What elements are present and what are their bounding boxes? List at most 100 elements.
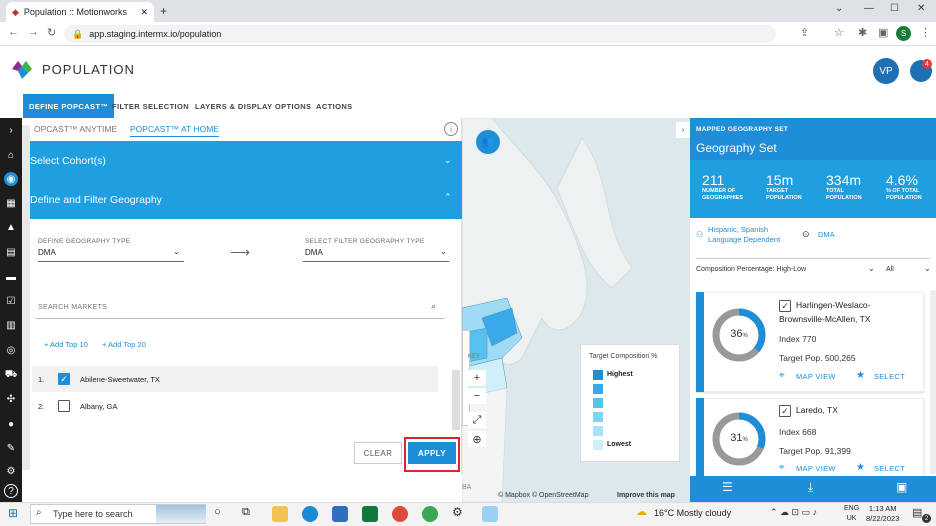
reload-icon[interactable]: ↻ xyxy=(47,26,56,39)
filter-geo-select[interactable]: DMA xyxy=(305,248,323,257)
checklist-icon[interactable]: ☑ xyxy=(4,294,18,308)
chart-icon[interactable]: ▥ xyxy=(4,318,18,332)
forward-icon[interactable]: → xyxy=(28,26,39,38)
mail-icon[interactable] xyxy=(332,506,348,522)
grid-icon[interactable]: ▦ xyxy=(4,196,18,210)
network-icon[interactable]: ✣ xyxy=(4,392,18,406)
settings-icon[interactable]: ⚙ xyxy=(4,464,18,478)
new-tab-icon[interactable]: + xyxy=(160,4,167,18)
zoom-in-button[interactable]: + xyxy=(468,370,486,386)
fullscreen-icon[interactable]: ⤢ xyxy=(468,412,486,428)
market-checkbox[interactable]: ✓ xyxy=(58,373,70,385)
subtab-popcast-at-home[interactable]: POPCAST™ AT HOME xyxy=(130,124,219,137)
download-icon[interactable]: ⤓ xyxy=(808,480,813,495)
close-window-icon[interactable]: ✕ xyxy=(917,3,925,14)
tab-actions[interactable]: ACTIONS xyxy=(310,94,359,118)
wrench-icon[interactable]: ✎ xyxy=(4,441,18,455)
search-icon[interactable]: ⌕ xyxy=(431,301,436,312)
save-icon[interactable]: ▣ xyxy=(896,480,907,494)
minimize-icon[interactable]: — xyxy=(864,3,874,14)
browser-tab[interactable]: ◆ Population :: Motionworks ✕ xyxy=(6,2,154,22)
add-top-20-link[interactable]: + Add Top 20 xyxy=(102,340,146,349)
define-geo-select[interactable]: DMA xyxy=(38,248,56,257)
chevron-down-icon[interactable]: ⌄ xyxy=(868,264,875,273)
market-row[interactable]: 2. Albany, GA xyxy=(32,393,438,419)
tab-define-popcast[interactable]: DEFINE POPCAST™ xyxy=(23,94,115,118)
chrome-profile-icon[interactable] xyxy=(422,506,438,522)
cortana-icon[interactable]: ○ xyxy=(214,506,221,518)
weather-text[interactable]: 16°C Mostly cloudy xyxy=(654,508,731,518)
clear-button[interactable]: CLEAR xyxy=(354,442,402,464)
sort-select[interactable]: Composition Percentage: High-Low xyxy=(696,266,806,273)
expand-icon[interactable]: › xyxy=(4,123,18,137)
target-icon[interactable]: ◎ xyxy=(4,343,18,357)
close-tab-icon[interactable]: ✕ xyxy=(140,7,148,18)
edge-icon[interactable] xyxy=(302,506,318,522)
list-icon[interactable]: ☰ xyxy=(722,480,733,494)
task-view-icon[interactable]: ⧉ xyxy=(242,506,250,519)
maximize-icon[interactable]: ☐ xyxy=(890,3,899,14)
star-icon[interactable]: ★ xyxy=(856,370,865,381)
zoom-out-button[interactable]: − xyxy=(468,388,486,404)
document-icon[interactable]: ▤ xyxy=(4,245,18,259)
chevron-down-icon[interactable]: ⌄ xyxy=(173,247,180,256)
tab-filter-selection[interactable]: FILTER SELECTION xyxy=(106,94,195,118)
accordion-define-geography[interactable]: Define and Filter Geography ⌃ xyxy=(22,180,462,219)
chrome-icon[interactable] xyxy=(392,506,408,522)
card-checkbox[interactable]: ✓ xyxy=(779,300,791,312)
panel-scrollbar[interactable] xyxy=(22,125,30,470)
url-input[interactable]: 🔒 app.staging.intermx.io/population xyxy=(64,25,776,43)
market-row[interactable]: 1. ✓ Abilene-Sweetwater, TX xyxy=(32,366,438,392)
billboard-icon[interactable]: ▬ xyxy=(4,270,18,284)
taskbar-clock[interactable]: 1:13 AM 8/22/2023 xyxy=(866,504,899,524)
select-link[interactable]: SELECT xyxy=(874,372,905,381)
map-pin-icon[interactable]: ⌖ xyxy=(779,370,785,381)
person-icon[interactable]: ● xyxy=(4,417,18,431)
select-link[interactable]: SELECT xyxy=(874,464,905,473)
store-icon[interactable] xyxy=(362,506,378,522)
info-icon[interactable]: i xyxy=(444,122,458,136)
geo-tag[interactable]: DMA xyxy=(818,230,835,239)
share-icon[interactable]: ⇪ xyxy=(800,26,809,39)
audience-icon[interactable]: 👥 xyxy=(476,130,500,154)
house-icon[interactable]: ▲ xyxy=(4,220,18,234)
market-checkbox[interactable] xyxy=(58,400,70,412)
explore-icon[interactable]: ◉ xyxy=(4,172,18,186)
filter-select[interactable]: All xyxy=(886,266,894,273)
menu-icon[interactable]: ⋮ xyxy=(920,26,931,39)
back-icon[interactable]: ← xyxy=(8,26,19,38)
map-pin-icon[interactable]: ⌖ xyxy=(779,462,785,473)
language-indicator[interactable]: ENG UK xyxy=(844,504,859,524)
map-view-link[interactable]: MAP VIEW xyxy=(796,372,836,381)
collapse-panel-icon[interactable]: › xyxy=(676,122,690,138)
locate-icon[interactable]: ⊕ xyxy=(468,431,486,447)
sidebar-icon[interactable]: ▣ xyxy=(878,26,888,39)
file-explorer-icon[interactable] xyxy=(272,506,288,522)
add-top-10-link[interactable]: + Add Top 10 xyxy=(44,340,88,349)
settings-icon[interactable]: ⚙ xyxy=(452,505,463,519)
card-checkbox[interactable]: ✓ xyxy=(779,405,791,417)
extensions-icon[interactable]: ✱ xyxy=(858,26,867,39)
map-attribution[interactable]: © Mapbox © OpenStreetMap xyxy=(498,492,588,499)
windows-start-icon[interactable]: ⊞ xyxy=(8,506,18,520)
search-markets-input[interactable]: SEARCH MARKETS xyxy=(38,304,107,311)
subtab-popcast-anytime[interactable]: OPCAST™ ANYTIME xyxy=(34,124,117,134)
tab-layers-display[interactable]: LAYERS & DISPLAY OPTIONS xyxy=(189,94,317,118)
audience-tag-line1[interactable]: Hispanic, Spanish xyxy=(708,225,768,234)
help-icon[interactable]: ? xyxy=(4,484,18,498)
chevron-down-icon[interactable]: ⌄ xyxy=(440,247,447,256)
bookmark-star-icon[interactable]: ☆ xyxy=(834,26,844,39)
cards-scrollbar[interactable] xyxy=(930,290,936,474)
user-avatar[interactable]: VP xyxy=(873,58,899,84)
tray-icons[interactable]: ⌃ ☁ ⊡ ▭ ♪ xyxy=(770,507,817,518)
chevron-down-icon[interactable]: ⌄ xyxy=(835,3,843,14)
improve-map-link[interactable]: Improve this map xyxy=(617,492,675,499)
markets-scrollbar[interactable] xyxy=(452,370,460,430)
audience-tag-line2[interactable]: Language Dependent xyxy=(708,235,780,244)
profile-avatar[interactable]: S xyxy=(896,26,911,41)
map-view-link[interactable]: MAP VIEW xyxy=(796,464,836,473)
accordion-select-cohorts[interactable]: Select Cohort(s) ⌄ xyxy=(22,141,462,180)
home-icon[interactable]: ⌂ xyxy=(4,148,18,162)
app-icon[interactable] xyxy=(482,506,498,522)
vehicle-icon[interactable]: ⛟ xyxy=(4,368,18,382)
